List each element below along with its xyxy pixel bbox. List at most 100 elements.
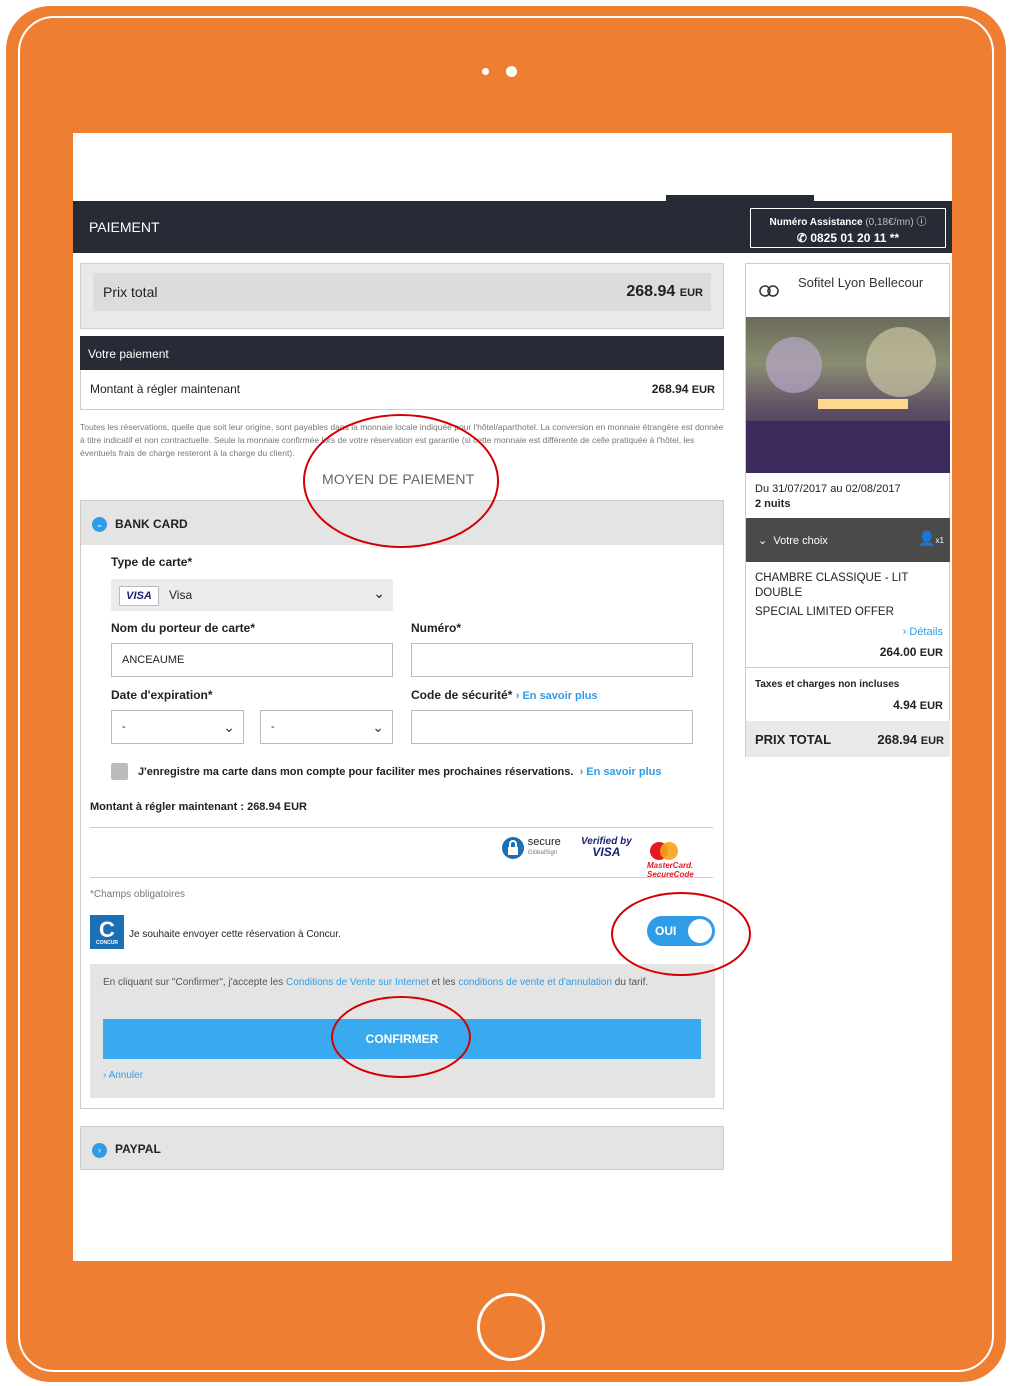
expiry-year-value: - [271,721,275,733]
photo-fireplace [818,399,908,409]
security-code-input[interactable] [411,710,693,744]
mastercard-icon [650,842,678,860]
sofitel-emblem-icon [759,285,779,297]
concur-logo-icon: C CONCUR [90,915,124,949]
save-card-info-link[interactable]: › En savoir plus [577,766,662,778]
card-type-value: Visa [169,588,193,602]
divider [90,877,713,878]
paypal-panel[interactable]: › PAYPAL [80,1126,724,1170]
assistance-label: Numéro Assistance [769,217,863,228]
security-info-link[interactable]: › En savoir plus [516,690,598,702]
secure-badge: secure GlobalSign [501,836,561,860]
sidebar-total-row: PRIX TOTAL 268.94 EUR [746,721,950,757]
sidebar-total-value: 268.94 EUR [877,732,944,747]
booking-summary: Sofitel Lyon Bellecour Du 31/07/2017 au … [745,263,950,757]
total-price-box: Prix total 268.94 EUR [80,263,724,329]
payment-amount-currency: EUR [691,384,715,396]
lock-icon [502,837,524,859]
camera-dot-icon [482,68,489,75]
stay-date-range: Du 31/07/2017 au 02/08/2017 [755,483,901,495]
expiry-year-select[interactable]: - ⌄ [260,710,393,744]
sofitel-logo-icon [754,278,784,308]
verified-visa-text: VISA [592,845,621,859]
payment-amount-value: 268.94 EUR [652,382,715,396]
home-button[interactable] [477,1293,545,1361]
sidebar-total-currency: EUR [920,735,944,747]
header-tab-marker [666,195,814,201]
room-price: 264.00 EUR [880,645,943,659]
mastercard-text: MasterCard. [647,861,694,870]
room-price-currency: EUR [919,647,943,659]
total-price-label: Prix total [103,284,158,300]
hotel-photo [746,317,950,473]
divider [90,827,713,828]
expiry-month-value: - [122,721,126,733]
guest-count-value: x1 [935,536,944,545]
terms-text: En cliquant sur "Confirmer", j'accepte l… [103,976,703,990]
security-info-link-text: En savoir plus [522,690,598,702]
taxes-price-value: 4.94 [893,698,917,712]
hotel-name: Sofitel Lyon Bellecour [798,275,924,290]
terms-link-internet[interactable]: Conditions de Vente sur Internet [286,977,429,988]
cancel-link-text: Annuler [108,1070,144,1081]
sidebar-total-label: PRIX TOTAL [755,732,832,747]
payment-amount-label: Montant à régler maintenant [90,382,241,396]
screen: PAIEMENT Numéro Assistance (0,18€/mn) ⓘ … [73,133,952,1261]
expiry-label: Date d'expiration* [111,688,213,702]
expiry-month-select[interactable]: - ⌄ [111,710,244,744]
photo-sofa [746,421,950,473]
assistance-rate: (0,18€/mn) [865,217,914,228]
save-card-info-link-text: En savoir plus [586,766,662,778]
chevron-down-icon: ⌄ [223,719,235,735]
guest-count: 👤x1 [918,530,944,547]
taxes-price-currency: EUR [919,700,943,712]
total-price-currency: EUR [679,287,703,299]
room-price-value: 264.00 [879,645,917,659]
amount-now-line: Montant à régler maintenant : 268.94 EUR [90,801,307,813]
concur-logo-sub: CONCUR [96,940,118,946]
total-price-amount: 268.94 [626,283,676,300]
info-icon[interactable]: ⓘ [916,217,926,228]
concur-label: Je souhaite envoyer cette réservation à … [129,929,341,940]
total-price-value: 268.94 EUR [626,283,703,301]
taxes-price: 4.94 EUR [893,698,943,712]
chevron-down-icon: ⌄ [758,535,768,547]
save-card-label: J'enregistre ma carte dans mon compte po… [138,766,574,778]
card-type-select[interactable]: VISA Visa ⌄ [111,579,393,611]
chevron-down-icon: ⌄ [373,585,385,601]
visa-logo-icon: VISA [119,586,159,606]
phone-icon: ✆ [796,231,807,245]
header-bar: PAIEMENT Numéro Assistance (0,18€/mn) ⓘ … [73,195,952,253]
stay-dates: Du 31/07/2017 au 02/08/2017 2 nuits [755,482,901,512]
cancel-link[interactable]: › Annuler [103,1070,143,1081]
holder-label: Nom du porteur de carte* [111,621,256,635]
annotation-circle-payment-method [303,414,499,548]
your-choice-bar[interactable]: ⌄ Votre choix 👤x1 [746,518,950,562]
stay-nights: 2 nuits [755,498,791,510]
terms-mid: et les [428,977,459,988]
annotation-circle-concur-toggle [611,892,751,976]
camera-lens-icon [506,66,517,77]
payment-amount-number: 268.94 [651,382,689,396]
card-number-input[interactable] [411,643,693,677]
secure-badge-text: secure [527,836,561,848]
terms-link-cancellation[interactable]: conditions de vente et d'annulation [458,977,612,988]
mastercard-securecode-badge: MasterCard. SecureCode [647,841,723,879]
person-icon: 👤 [918,530,936,546]
chevron-down-icon: ⌄ [372,719,384,735]
details-link[interactable]: › Détails [903,626,943,638]
sidebar-total-number: 268.94 [877,732,918,747]
photo-flower [866,327,936,397]
taxes-label: Taxes et charges non incluses [755,679,900,690]
total-price-inner: Prix total 268.94 EUR [93,273,711,311]
assistance-box[interactable]: Numéro Assistance (0,18€/mn) ⓘ ✆ 0825 01… [750,208,946,248]
holder-input[interactable]: ANCEAUME [111,643,393,677]
bank-card-title: BANK CARD [115,517,188,531]
chevron-right-icon: › [92,1143,107,1158]
assistance-phone: 0825 01 20 11 ** [810,231,900,245]
chevron-down-icon: ⌄ [92,517,107,532]
details-link-text: Détails [909,626,943,638]
payment-amount-row: Montant à régler maintenant 268.94 EUR [80,370,724,410]
save-card-checkbox[interactable] [111,763,128,780]
secure-badge-sub: GlobalSign [527,850,558,856]
